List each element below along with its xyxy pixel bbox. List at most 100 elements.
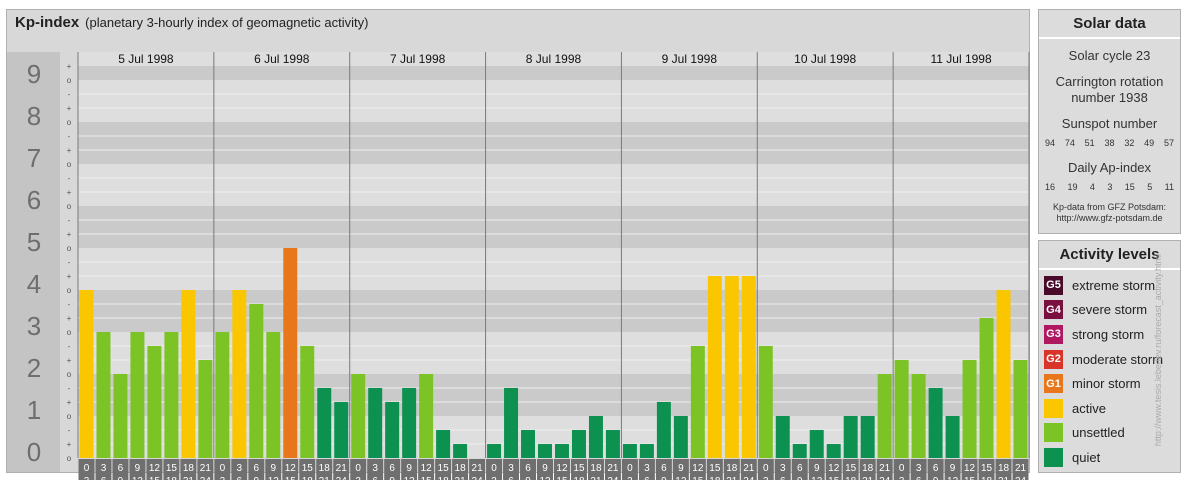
minor-tick-label: o xyxy=(67,244,72,253)
level-label: strong storm xyxy=(1072,326,1145,342)
level-swatch xyxy=(1044,398,1063,418)
y-tick-label: 1 xyxy=(27,395,41,425)
hour-end-label: 9 xyxy=(118,476,124,480)
day-label: 5 Jul 1998 xyxy=(118,52,174,66)
kp-bar xyxy=(113,374,128,458)
kp-bar xyxy=(911,374,926,458)
hour-start-label: 0 xyxy=(627,463,633,474)
hour-start-label: 0 xyxy=(220,463,226,474)
hour-end-label: 12 xyxy=(947,476,959,480)
credit-line2: http://www.gfz-potsdam.de xyxy=(1056,213,1163,223)
level-label: minor storm xyxy=(1072,376,1141,392)
level-swatch: G3 xyxy=(1044,324,1063,344)
carrington-line1: Carrington rotation xyxy=(1055,74,1164,89)
hour-end-label: 21 xyxy=(862,476,874,480)
hour-end-label: 12 xyxy=(268,476,280,480)
ap-numbers: 16 19 4 3 15 5 11 xyxy=(1039,182,1180,192)
kp-bar xyxy=(249,303,264,458)
hour-end-label: 6 xyxy=(372,476,378,480)
kp-bar xyxy=(639,444,654,458)
kp-bar xyxy=(945,416,960,458)
hour-start-label: 3 xyxy=(644,463,650,474)
kp-bar xyxy=(317,387,332,458)
kp-bar xyxy=(809,429,824,458)
hour-end-label: 9 xyxy=(525,476,531,480)
kp-bar xyxy=(504,387,519,458)
y-tick-label: 8 xyxy=(27,101,41,131)
hour-start-label: 6 xyxy=(933,463,939,474)
hour-end-label: 3 xyxy=(763,476,769,480)
day-label: 6 Jul 1998 xyxy=(254,52,310,66)
kp-bar xyxy=(707,276,722,458)
hour-end-label: 9 xyxy=(389,476,395,480)
sunspot-value: 38 xyxy=(1104,138,1115,148)
level-band xyxy=(78,290,1029,332)
hour-start-label: 6 xyxy=(254,463,260,474)
minor-tick-label: + xyxy=(67,104,72,113)
minor-tick-label: o xyxy=(67,286,72,295)
level-swatch xyxy=(1044,423,1063,443)
hour-end-label: 12 xyxy=(404,476,416,480)
minor-tick-label: o xyxy=(67,328,72,337)
kp-bar xyxy=(860,416,875,458)
hour-end-label: 24 xyxy=(472,476,484,480)
minor-tick-label: - xyxy=(68,174,71,183)
hour-start-label: 15 xyxy=(438,463,450,474)
kp-bar xyxy=(571,429,586,458)
hour-start-label: 21 xyxy=(607,463,619,474)
hour-start-label: 21 xyxy=(1015,463,1027,474)
level-band xyxy=(78,122,1029,164)
kp-bar xyxy=(622,444,637,458)
kp-bar xyxy=(979,318,994,458)
kp-bar xyxy=(962,360,977,458)
minor-tick-label: + xyxy=(67,146,72,155)
kp-bar xyxy=(724,276,739,458)
hour-start-label: 3 xyxy=(101,463,107,474)
kp-bar xyxy=(130,332,145,458)
day-label: 8 Jul 1998 xyxy=(526,52,582,66)
kp-bar xyxy=(928,387,943,458)
minor-tick-label: - xyxy=(68,384,71,393)
ap-value: 15 xyxy=(1124,182,1135,192)
hour-end-label: 18 xyxy=(166,476,178,480)
level-swatch: G1 xyxy=(1044,374,1063,394)
minor-tick-label: - xyxy=(68,426,71,435)
hour-end-label: 6 xyxy=(101,476,107,480)
sunspot-value: 57 xyxy=(1163,138,1174,148)
level-label: unsettled xyxy=(1072,425,1125,441)
hour-start-label: 21 xyxy=(472,463,484,474)
minor-tick-label: + xyxy=(67,62,72,71)
kp-bar xyxy=(198,360,213,458)
hour-end-label: 15 xyxy=(556,476,568,480)
kp-bar xyxy=(792,444,807,458)
minor-tick-label: + xyxy=(67,440,72,449)
hour-end-label: 18 xyxy=(573,476,585,480)
hour-end-label: 24 xyxy=(743,476,755,480)
hour-start-label: 6 xyxy=(389,463,395,474)
ap-value: 11 xyxy=(1164,182,1174,192)
hour-end-label: 12 xyxy=(539,476,551,480)
hour-end-label: 18 xyxy=(438,476,450,480)
level-band xyxy=(78,248,1029,290)
day-label: 9 Jul 1998 xyxy=(662,52,718,66)
hour-end-label: 3 xyxy=(84,476,90,480)
hour-start-label: 0 xyxy=(763,463,769,474)
hour-start-label: 0 xyxy=(491,463,497,474)
hour-end-label: 15 xyxy=(149,476,161,480)
minor-tick-label: + xyxy=(67,230,72,239)
hour-start-label: 3 xyxy=(780,463,786,474)
activity-level-item: quiet xyxy=(1039,445,1180,470)
kp-bar xyxy=(775,416,790,458)
hour-start-label: 18 xyxy=(726,463,738,474)
hour-start-label: 6 xyxy=(797,463,803,474)
minor-tick-label: o xyxy=(67,454,72,463)
sunspot-value: 49 xyxy=(1144,138,1155,148)
level-label: quiet xyxy=(1072,449,1101,465)
level-swatch xyxy=(1044,447,1063,467)
hour-end-label: 21 xyxy=(183,476,195,480)
minor-tick-label: o xyxy=(67,160,72,169)
hour-start-label: 6 xyxy=(525,463,531,474)
hour-end-label: 12 xyxy=(811,476,823,480)
minor-tick-label: o xyxy=(67,370,72,379)
hour-start-label: 15 xyxy=(845,463,857,474)
